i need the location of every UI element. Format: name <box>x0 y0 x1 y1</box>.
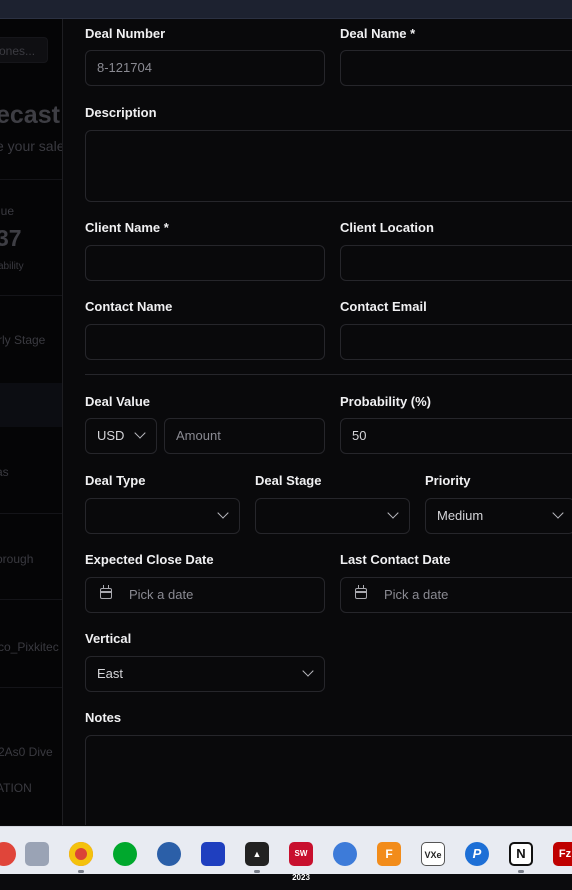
client-location-label: Client Location <box>340 220 434 235</box>
currency-value: USD <box>97 428 125 443</box>
background-divider <box>0 687 62 688</box>
client-location-input[interactable] <box>340 245 572 281</box>
priority-label: Priority <box>425 473 471 488</box>
fusion-icon[interactable]: F <box>377 842 401 866</box>
background-app: ones... ecast e your sale lue 37 ability… <box>0 19 62 825</box>
calendar-icon <box>100 585 112 599</box>
chevron-down-icon <box>302 665 314 677</box>
evernote-icon[interactable] <box>113 842 137 866</box>
vertical-value: East <box>97 666 124 681</box>
last-contact-date-placeholder: Pick a date <box>384 587 449 602</box>
filezilla-icon[interactable]: Fz <box>553 842 572 866</box>
deal-value-label: Deal Value <box>85 394 151 409</box>
search-tool-icon[interactable] <box>333 842 357 866</box>
currency-select[interactable]: USD <box>85 418 157 454</box>
chevron-down-icon <box>552 507 564 519</box>
expected-close-date-placeholder: Pick a date <box>129 587 194 602</box>
expected-close-date-picker[interactable]: Pick a date <box>85 577 325 613</box>
windows-taskbar: ▲ SW 2023 F VXe P N Fz <box>0 826 572 882</box>
notes-textarea[interactable] <box>85 735 572 825</box>
notion-icon[interactable]: N <box>509 842 533 866</box>
notification-icon[interactable] <box>0 842 16 866</box>
vxe-icon[interactable]: VXe <box>421 842 445 866</box>
deal-name-label: Deal Name * <box>340 26 416 41</box>
deal-form-panel: Deal Number 8-121704 Deal Name * Descrip… <box>62 19 572 825</box>
background-divider <box>0 179 62 180</box>
background-divider <box>0 599 62 600</box>
client-name-label: Client Name * <box>85 220 169 235</box>
background-search-input: ones... <box>0 37 48 63</box>
background-row-text: as <box>0 465 9 479</box>
notes-label: Notes <box>85 710 122 725</box>
description-textarea[interactable] <box>85 130 572 202</box>
background-stat-value: 37 <box>0 225 22 251</box>
contact-name-input[interactable] <box>85 324 325 360</box>
arc-icon[interactable]: ▲ <box>245 842 269 866</box>
client-name-input[interactable] <box>85 245 325 281</box>
section-divider <box>85 374 572 375</box>
background-divider <box>0 295 62 296</box>
background-row-text: orough <box>0 552 34 566</box>
solidworks-icon[interactable]: SW 2023 <box>289 842 313 882</box>
contact-name-label: Contact Name <box>85 299 173 314</box>
chevron-down-icon <box>387 507 399 519</box>
background-table-header <box>0 383 62 427</box>
expected-close-date-label: Expected Close Date <box>85 552 214 567</box>
deal-type-select[interactable] <box>85 498 240 534</box>
last-contact-date-label: Last Contact Date <box>340 552 451 567</box>
deal-name-input[interactable] <box>340 50 572 86</box>
deal-stage-label: Deal Stage <box>255 473 322 488</box>
background-row-text: co_Pixkitec <box>0 640 59 654</box>
vertical-label: Vertical <box>85 631 132 646</box>
contact-email-label: Contact Email <box>340 299 427 314</box>
vertical-select[interactable]: East <box>85 656 325 692</box>
deal-amount-input[interactable]: Amount <box>164 418 325 454</box>
screen-capture-icon[interactable] <box>25 842 49 866</box>
background-stage-filter: rly Stage <box>0 333 46 347</box>
background-stat-sub: ability <box>0 261 24 272</box>
priority-select[interactable]: Medium <box>425 498 572 534</box>
priority-value: Medium <box>437 508 484 523</box>
deal-type-label: Deal Type <box>85 473 146 488</box>
probability-input[interactable]: 50 <box>340 418 572 454</box>
background-row-text: 2As0 Dive <box>0 745 53 759</box>
webex-icon[interactable] <box>201 842 225 866</box>
background-row-text: ATION <box>0 781 32 795</box>
background-title: ecast <box>0 101 60 129</box>
window-top-strip <box>0 0 572 19</box>
chevron-down-icon <box>134 427 146 439</box>
chrome-icon[interactable] <box>69 842 93 866</box>
p-app-icon[interactable]: P <box>465 842 489 866</box>
last-contact-date-picker[interactable]: Pick a date <box>340 577 572 613</box>
chevron-down-icon <box>217 507 229 519</box>
probability-label: Probability (%) <box>340 394 432 409</box>
contact-email-input[interactable] <box>340 324 572 360</box>
background-stat-label: lue <box>0 204 15 218</box>
description-label: Description <box>85 105 157 120</box>
background-divider <box>0 513 62 514</box>
background-subtitle: e your sale <box>0 138 62 154</box>
deal-number-input[interactable]: 8-121704 <box>85 50 325 86</box>
browser-icon[interactable] <box>157 842 181 866</box>
deal-stage-select[interactable] <box>255 498 410 534</box>
calendar-icon <box>355 585 367 599</box>
deal-number-label: Deal Number <box>85 26 166 41</box>
